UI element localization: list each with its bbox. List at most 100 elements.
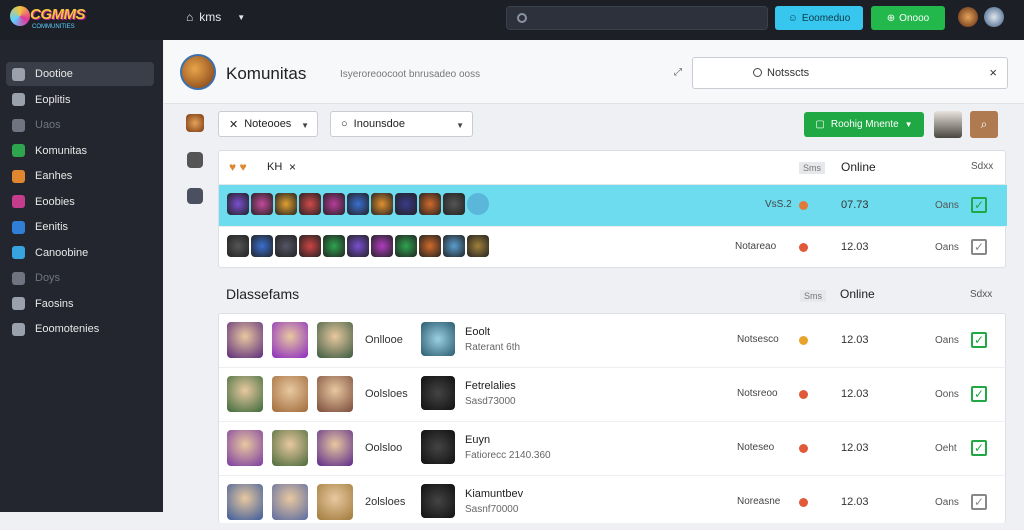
player-avatar[interactable] [317,484,353,520]
sidebar-item[interactable]: Eanhes [6,164,154,188]
card-label: Oolsloes [365,388,408,400]
game-icon[interactable] [421,484,455,518]
token-icon[interactable] [323,193,345,215]
game-icon[interactable] [421,322,455,356]
list-item[interactable]: Oolsloo Euyn Fatiorecc 2140.360 Noteseo 12.0… [219,422,1007,476]
sidebar-item[interactable]: Eenitis [6,215,154,239]
sidebar-item-label: Komunitas [35,144,87,157]
player-avatar[interactable] [272,430,308,466]
token-icon[interactable] [347,235,369,257]
search-input[interactable] [506,6,768,30]
sidebar-item[interactable]: Faosins [6,292,154,316]
panel-header-label: KH [267,161,283,173]
list-item[interactable]: 2olsloes Kiamuntbev Sasnf70000 Noreasne 12.0… [219,476,1007,530]
token-icon[interactable] [323,235,345,257]
user-avatar[interactable] [958,7,978,27]
player-avatar[interactable] [317,376,353,412]
sidebar-item[interactable]: Eoomotenies [6,317,154,341]
list-item[interactable]: Onllooe Eoolt Raterant 6th Notsesco 12.03 Oan… [219,314,1007,368]
page-subtitle: Isyeroreoocoot bnrusadeo ooss [340,69,481,80]
player-avatar[interactable] [317,430,353,466]
player-avatar[interactable] [227,430,263,466]
trophy-icon[interactable] [187,188,203,204]
card-online: Oans [935,335,959,346]
token-icon[interactable] [251,193,273,215]
player-avatar[interactable] [272,484,308,520]
table-row[interactable]: VsS.2 07.73 Oans ✓ [219,185,1007,227]
token-icon[interactable] [275,193,297,215]
sidebar-item-label: Eoobies [35,195,75,208]
expand-icon[interactable]: ⤢ [674,67,682,78]
sidebar-item[interactable]: Uaos [6,113,154,137]
close-icon[interactable]: × [989,65,997,80]
player-avatar[interactable] [227,484,263,520]
sidebar-item[interactable]: Dootioe [6,62,154,86]
search-button[interactable]: ⌕ [970,111,998,138]
game-icon[interactable] [421,430,455,464]
player-avatar[interactable] [227,322,263,358]
sort-dropdown[interactable]: ○ Inounsdoe ▼ [330,111,473,137]
row-value: 07.73 [841,199,869,211]
card-value: 12.03 [841,334,869,346]
card-subtitle: Fatiorecc 2140.360 [465,450,551,461]
creature-icon[interactable] [186,114,204,132]
list-item[interactable]: Oolsloes Fetrelalies Sasd73000 Notsreoo 12.0… [219,368,1007,422]
top-action-button[interactable]: ☺ Eoomeduo [775,6,863,30]
logo-text: CGMMS [30,6,86,23]
token-icon[interactable] [371,193,393,215]
sidebar-item[interactable]: Komunitas [6,139,154,163]
close-icon[interactable]: × [289,160,296,174]
member-avatar[interactable] [934,111,962,138]
card-checkbox[interactable]: ✓ [971,386,987,402]
heart-icon [12,195,25,208]
card-checkbox[interactable]: ✓ [971,332,987,348]
sidebar-item[interactable]: Doys [6,266,154,290]
row-checkbox[interactable]: ✓ [971,197,987,213]
token-icon[interactable] [419,235,441,257]
home-nav[interactable]: ⌂ kms ▼ [186,10,245,24]
token-icon[interactable] [347,193,369,215]
token-icon[interactable] [395,235,417,257]
token-icon[interactable] [227,193,249,215]
sidebar-item[interactable]: Eoplitis [6,88,154,112]
token-icon[interactable] [251,235,273,257]
card-checkbox[interactable]: ✓ [971,494,987,510]
token-icon[interactable] [467,193,489,215]
profile-avatar[interactable] [984,7,1004,27]
circle-icon: ○ [341,118,348,130]
search-icon [753,68,762,77]
token-icon[interactable] [467,235,489,257]
top-bar: CGMMS COMMUNITIES ⌂ kms ▼ ☺ Eoomeduo ⊕ O… [0,0,1024,40]
token-icon[interactable] [443,235,465,257]
sidebar-item[interactable]: Eoobies [6,190,154,214]
table-row[interactable]: Notareao 12.03 Oans ✓ [219,227,1007,269]
app-logo[interactable]: CGMMS COMMUNITIES [10,4,130,34]
row-checkbox[interactable]: ✓ [971,239,987,255]
token-icon[interactable] [419,193,441,215]
token-icon[interactable] [371,235,393,257]
player-avatar[interactable] [272,322,308,358]
token-icon[interactable] [275,235,297,257]
status-dot [799,498,808,507]
token-icon[interactable] [395,193,417,215]
player-avatar[interactable] [317,322,353,358]
bag-icon [12,297,25,310]
player-avatar[interactable] [272,376,308,412]
card-subtitle: Raterant 6th [465,342,521,353]
notification-search[interactable]: Notsscts × [692,57,1008,89]
create-button[interactable]: ▢ Roohig Mnente ▼ [804,112,924,137]
status-dot [799,444,808,453]
top-primary-button[interactable]: ⊕ Onooo [871,6,945,30]
sidebar-item[interactable]: Canoobine [6,241,154,265]
edit-icon[interactable] [187,152,203,168]
heart-icon: ♥ ♥ [229,160,247,174]
token-panel: ♥ ♥ KH × Sms Online Sdxx VsS.2 07.73 Oans ✓… [218,150,1007,269]
token-icon[interactable] [299,235,321,257]
token-icon[interactable] [299,193,321,215]
player-avatar[interactable] [227,376,263,412]
filter-dropdown[interactable]: ✕ Noteooes ▼ [218,111,318,137]
game-icon[interactable] [421,376,455,410]
token-icon[interactable] [227,235,249,257]
token-icon[interactable] [443,193,465,215]
card-checkbox[interactable]: ✓ [971,440,987,456]
